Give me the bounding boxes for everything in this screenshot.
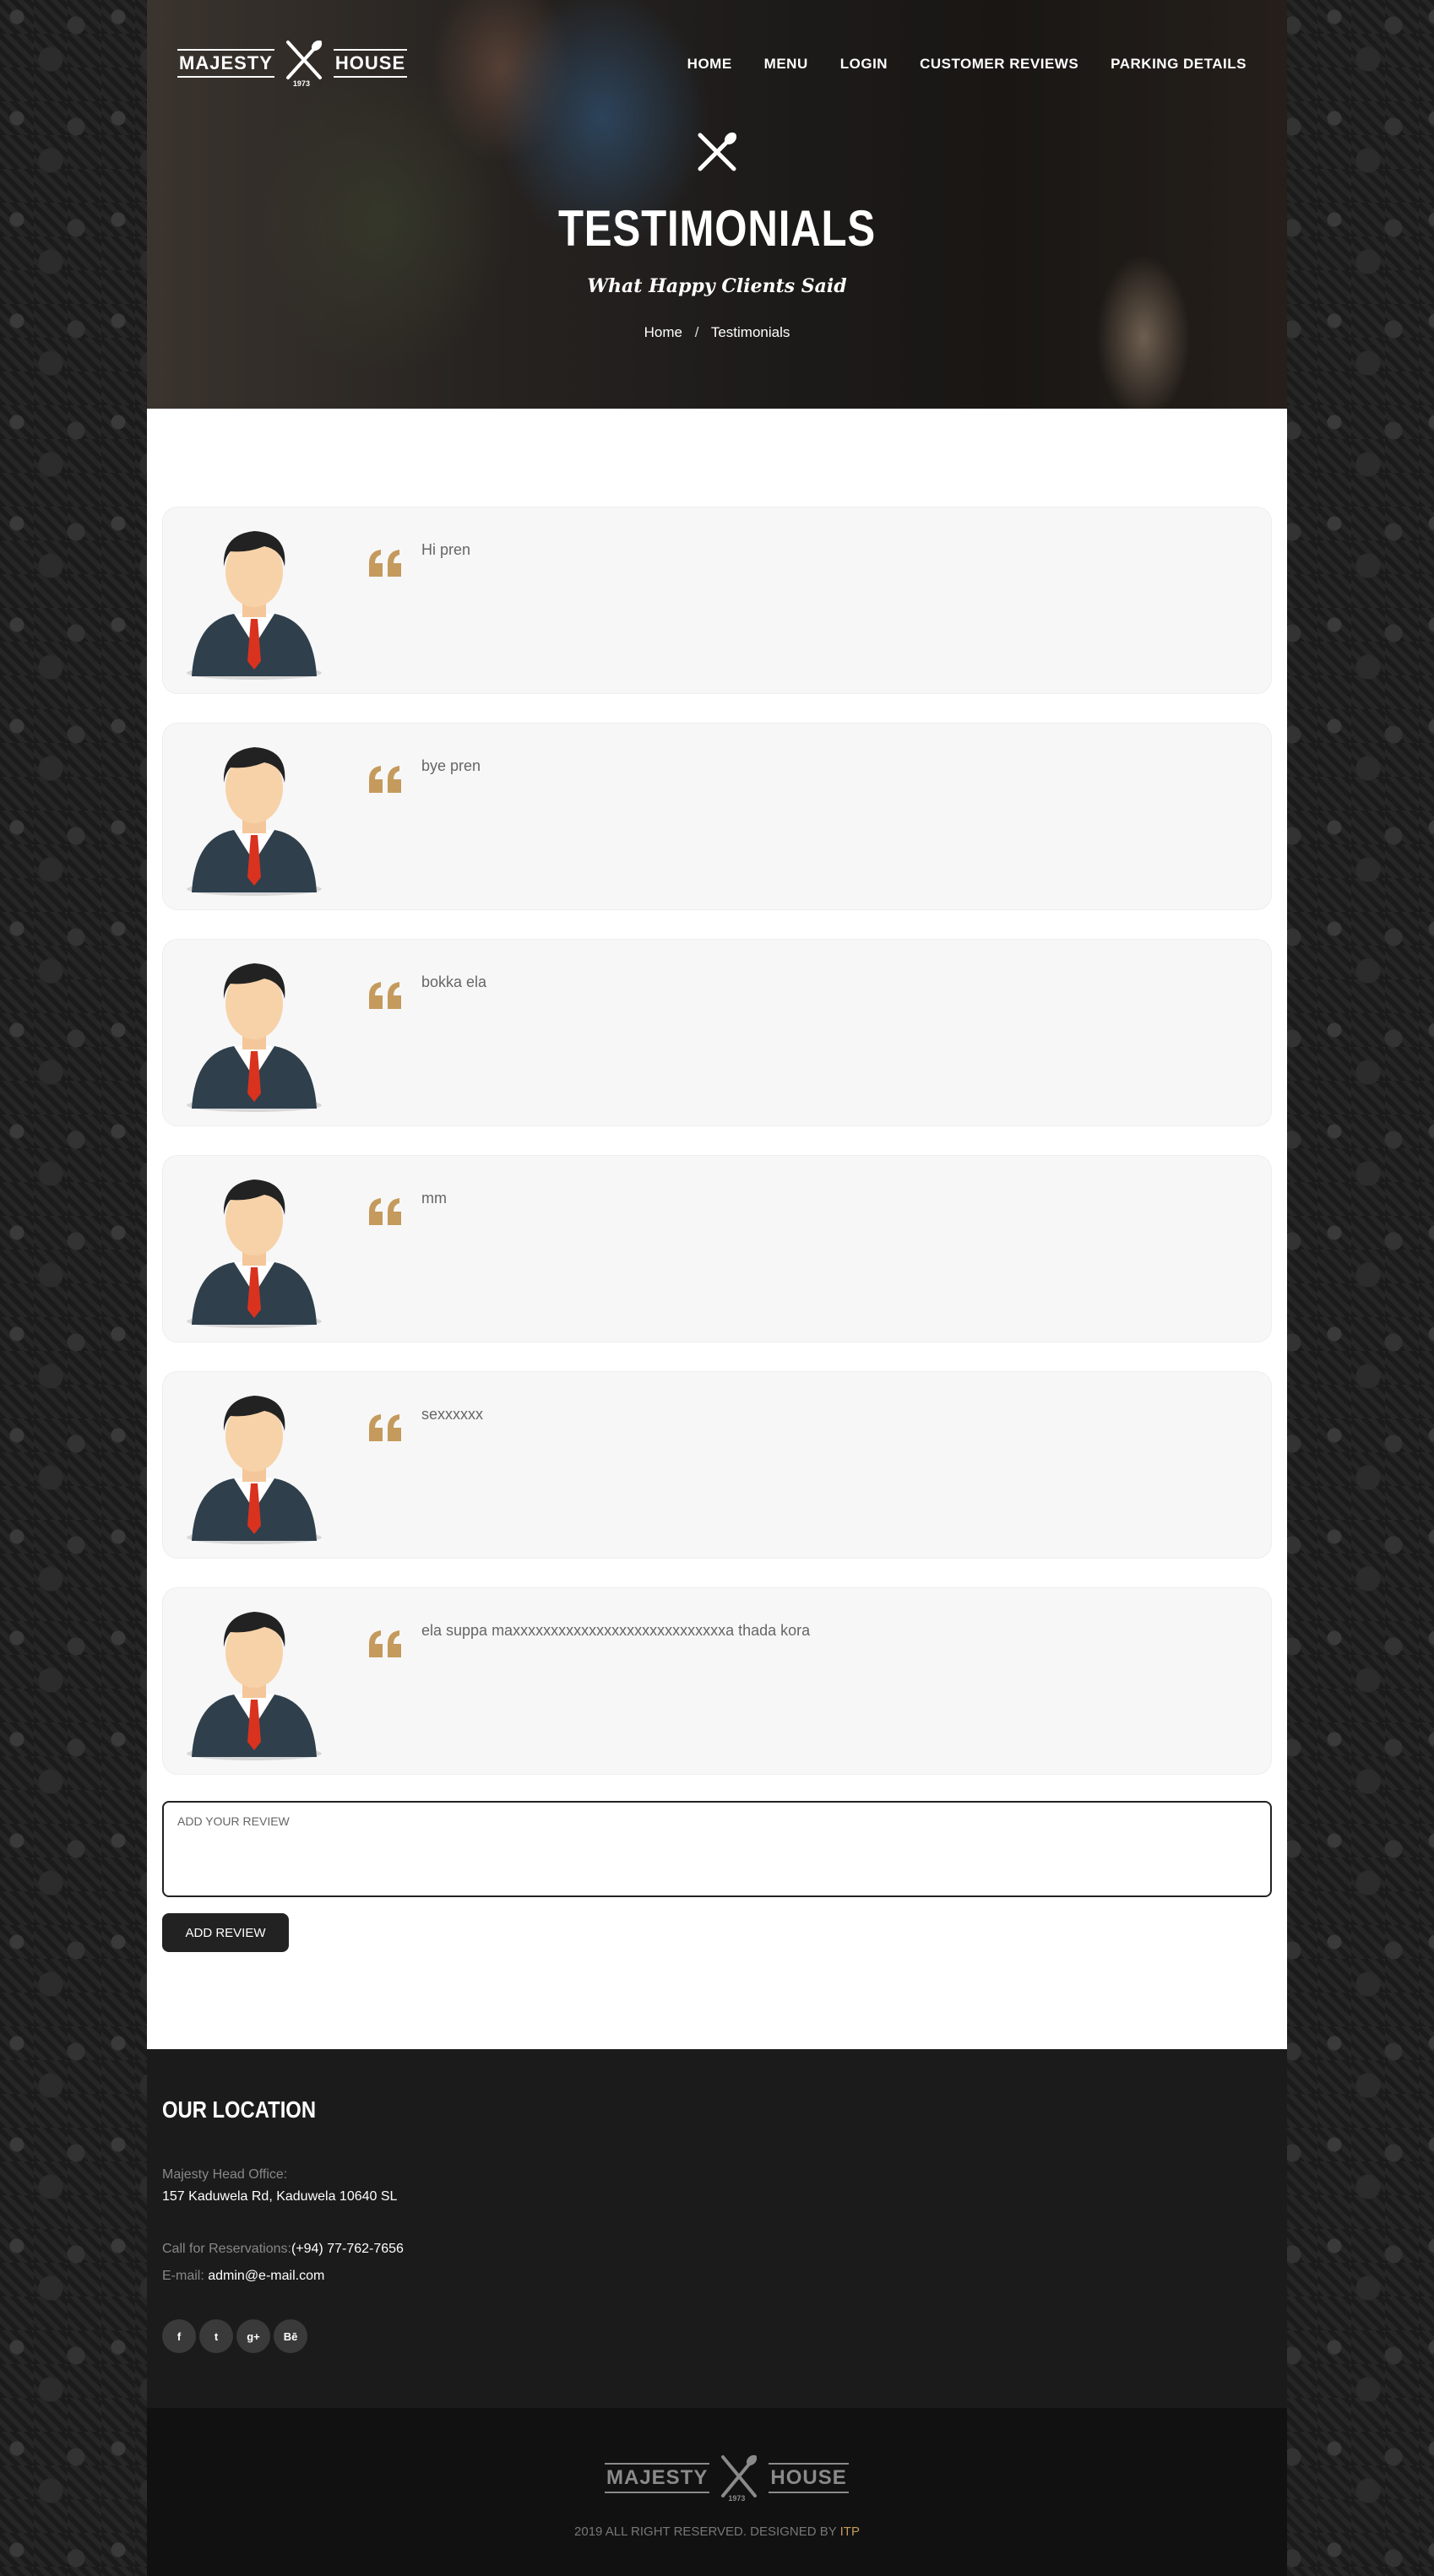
reservation-label: Call for Reservations: [162,2242,291,2256]
user-avatar [183,1384,325,1546]
office-address: 157 Kaduwela Rd, Kaduwela 10640 SL [162,2189,397,2205]
review-text: bokka ela [421,973,487,990]
quote-icon [367,980,405,1011]
behance-icon[interactable]: Bē [274,2319,307,2353]
designer-link[interactable]: ITP [840,2524,860,2539]
breadcrumb-separator: / [694,324,699,340]
hero-header: MAJESTY 1973 HOUSE HOME MENU LOGIN CUSTO… [147,0,1287,409]
review-text: bye pren [421,757,481,774]
email-label: E-mail: [162,2269,204,2283]
page-subtitle: What Happy Clients Said [587,275,847,297]
copyright-text: 2019 ALL RIGHT RESERVED. DESIGNED BY [574,2524,837,2539]
phone-number[interactable]: (+94) 77-762-7656 [291,2242,404,2256]
testimonial-card: bye pren [162,723,1272,910]
reservation-line: Call for Reservations:(+94) 77-762-7656 [162,2242,404,2257]
address-text: 157 Kaduwela Rd, Kaduwela 10640 SL [162,2189,398,2204]
logo-right-word: HOUSE [333,49,408,78]
footer-logo-right-word: HOUSE [769,2463,849,2493]
quote-icon [367,1629,405,1659]
twitter-icon[interactable]: t [199,2319,233,2353]
user-avatar [183,1600,325,1762]
user-avatar [183,519,325,681]
office-label: Majesty Head Office: [162,2167,287,2183]
testimonial-card: sexxxxxx [162,1371,1272,1559]
site-logo[interactable]: MAJESTY 1973 HOUSE [177,37,408,89]
page-title: TESTIMONIALS [557,200,877,257]
footer-location: OUR LOCATION Majesty Head Office: 157 Ka… [147,2049,1287,2408]
quote-icon [367,1196,405,1227]
logo-left-word: MAJESTY [177,49,274,78]
main-nav: HOME MENU LOGIN CUSTOMER REVIEWS PARKING… [687,56,1247,73]
email-link[interactable]: admin@e-mail.com [208,2269,324,2283]
nav-customer-reviews[interactable]: CUSTOMER REVIEWS [920,56,1078,73]
facebook-icon[interactable]: f [162,2319,196,2353]
copyright: 2019 ALL RIGHT RESERVED. DESIGNED BY ITP [147,2524,1287,2539]
add-review-button[interactable]: ADD REVIEW [162,1913,289,1952]
quote-icon [367,764,405,794]
nav-login[interactable]: LOGIN [840,56,888,73]
office-label-text: Majesty Head Office: [162,2167,288,2182]
user-avatar [183,735,325,898]
review-input[interactable] [162,1801,1272,1897]
quote-icon [367,548,405,578]
footer-title: OUR LOCATION [162,2096,317,2123]
logo-year: 1973 [292,79,310,88]
nav-menu[interactable]: MENU [764,56,808,73]
testimonial-list: Hi pren bye pren bokka ela mm sexxxxxx e… [162,507,1272,1803]
crossed-utensils-icon [692,130,742,174]
social-links: f t g+ Bē [162,2319,307,2353]
testimonial-card: mm [162,1155,1272,1342]
quote-icon [367,1413,405,1443]
breadcrumb-current: Testimonials [710,324,790,340]
review-text: ela suppa maxxxxxxxxxxxxxxxxxxxxxxxxxxxx… [421,1622,811,1639]
footer-logo[interactable]: MAJESTY 1973 HOUSE [605,2449,849,2508]
crossed-utensils-icon: 1973 [281,39,327,88]
footer-logo-year: 1973 [728,2494,746,2503]
footer-logo-left-word: MAJESTY [605,2463,710,2493]
breadcrumb-home[interactable]: Home [644,324,682,340]
footer-bottom: MAJESTY 1973 HOUSE 2019 ALL RIGHT RESERV… [147,2408,1287,2576]
page-wrapper: MAJESTY 1973 HOUSE HOME MENU LOGIN CUSTO… [147,0,1287,2576]
review-text: Hi pren [421,541,471,558]
testimonial-card: ela suppa maxxxxxxxxxxxxxxxxxxxxxxxxxxxx… [162,1587,1272,1775]
nav-home[interactable]: HOME [687,56,732,73]
crossed-utensils-icon: 1973 [716,2454,762,2503]
google-plus-icon[interactable]: g+ [236,2319,270,2353]
nav-parking-details[interactable]: PARKING DETAILS [1111,56,1247,73]
review-text: mm [421,1190,447,1207]
user-avatar [183,952,325,1114]
testimonial-card: bokka ela [162,939,1272,1126]
email-line: E-mail: admin@e-mail.com [162,2269,324,2284]
testimonial-card: Hi pren [162,507,1272,694]
breadcrumb: Home / Testimonials [147,324,1287,341]
review-text: sexxxxxx [421,1406,484,1423]
user-avatar [183,1168,325,1330]
